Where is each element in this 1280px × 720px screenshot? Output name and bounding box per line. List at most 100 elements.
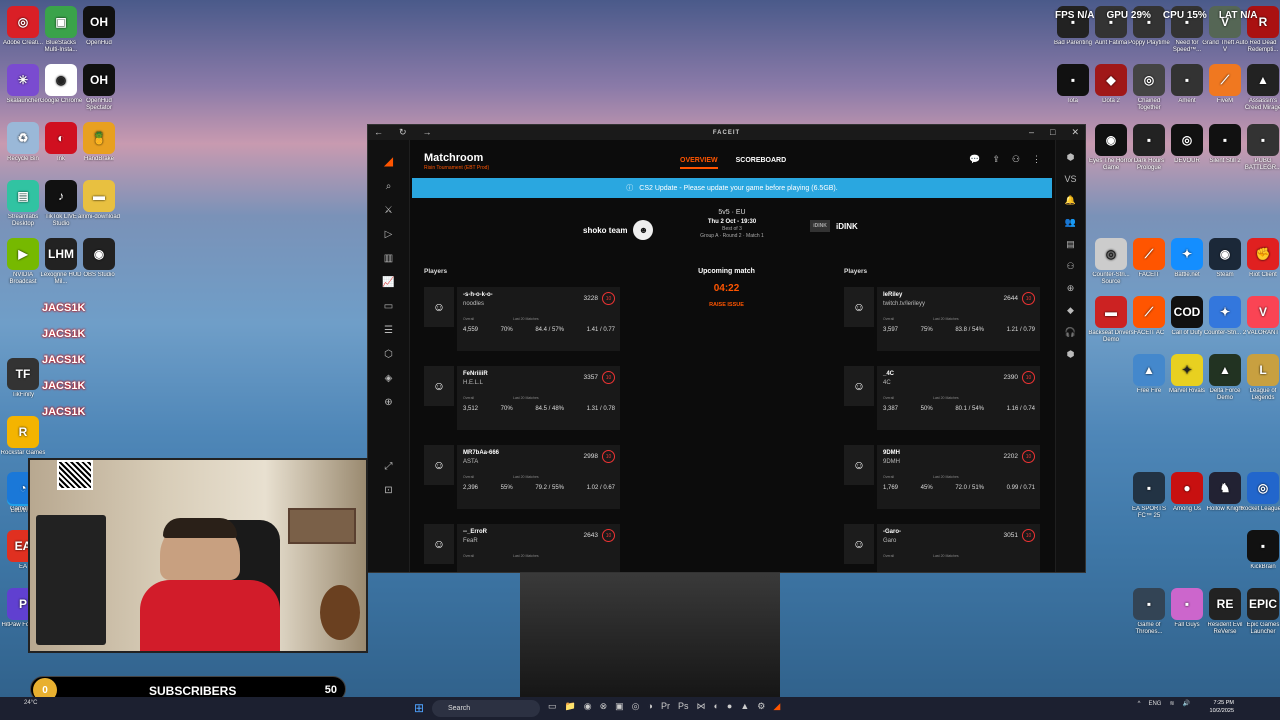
clock[interactable]: 7:25 PM 10/2/2025 [1210, 699, 1234, 715]
desktop-shortcut[interactable]: ◎ Rocket League® [1240, 472, 1280, 513]
jacs1k-shortcut[interactable]: JACS1K [42, 406, 85, 418]
desktop-shortcut[interactable]: ▲ Assassin's Creed Mirage [1240, 64, 1280, 112]
add-icon[interactable]: ⊕ [384, 397, 392, 408]
player-nickname[interactable]: MR7bAa-666 [463, 450, 499, 456]
org-badge-icon[interactable]: ⬢ [1067, 349, 1075, 360]
settings-icon[interactable]: ⚙ [757, 701, 765, 712]
desktop-shortcut[interactable]: V VALORANT [1240, 296, 1280, 337]
desktop-shortcut[interactable]: ▪ KickBrain [1240, 530, 1280, 571]
player-nickname[interactable]: -Garo- [883, 529, 901, 535]
player-card[interactable]: ☺ 9DMH 9DMH 2202 10 Overall Last 20 Matches 1,7… [844, 445, 1040, 509]
back-arrow-icon[interactable]: ← [374, 127, 383, 137]
premiere-icon[interactable]: Pr [661, 701, 670, 712]
wifi-icon[interactable]: ≋ [1169, 700, 1174, 707]
weather-widget[interactable]: 24°C [24, 700, 37, 706]
player-avatar[interactable]: ☺ [424, 366, 454, 406]
more-icon[interactable]: ⋮ [1032, 154, 1041, 165]
friends-icon[interactable]: 👥 [1065, 217, 1076, 228]
player-nickname[interactable]: _4C [883, 371, 894, 377]
player-card[interactable]: ☺ -s-h-o-k-o-noodles 3228 10 Overall Last 20 … [424, 287, 620, 351]
jacs1k-shortcut[interactable]: JACS1K [42, 302, 85, 314]
app-green-icon[interactable]: ▣ [615, 701, 624, 712]
desktop-shortcut[interactable]: ▬ alrimi-download [76, 180, 122, 221]
desktop-shortcut[interactable]: EPIC Epic Games Launcher [1240, 588, 1280, 636]
player-nickname[interactable]: 9DMH [883, 450, 900, 456]
player-avatar[interactable]: ☺ [844, 366, 874, 406]
taskbar-search[interactable]: Search [432, 700, 540, 717]
headset-icon[interactable]: 🎧 [1065, 327, 1076, 338]
desktop-shortcut[interactable]: ◉ OBS Studio [76, 238, 122, 279]
visual-studio-icon[interactable]: ⋈ [696, 701, 705, 712]
team-left[interactable]: shoko team ☻ [583, 220, 654, 240]
team-right[interactable]: iDINK iDINK [810, 220, 858, 232]
player-card[interactable]: ☺ MR7bAa-666 ASTA 2998 10 Overall Last 20 Matc… [424, 445, 620, 509]
raise-issue-button[interactable]: RAISE ISSUE [698, 302, 755, 308]
discord-icon[interactable]: ◑ [648, 701, 653, 712]
notifications-icon[interactable]: 🔔 [1065, 195, 1076, 206]
video-icon[interactable]: ▭ [384, 301, 393, 312]
player-nickname[interactable]: --_ErroR [463, 529, 487, 535]
obs-taskbar-icon[interactable]: ◎ [632, 701, 640, 712]
play-icon[interactable]: ⚔ [384, 205, 393, 216]
jacs1k-shortcut[interactable]: JACS1K [42, 328, 85, 340]
windows-start-icon[interactable]: ⊞ [414, 701, 428, 715]
add-friend-icon[interactable]: ⊕ [1067, 283, 1075, 294]
brave-icon[interactable]: ▲ [740, 701, 749, 712]
player-nickname[interactable]: -s-h-o-k-o- [463, 292, 493, 298]
recorder-icon[interactable]: ● [727, 701, 732, 712]
store-icon[interactable]: ⊡ [384, 485, 392, 496]
desktop-shortcut[interactable]: OH OpenHud [76, 6, 122, 47]
player-avatar[interactable]: ☺ [424, 445, 454, 485]
tab-scoreboard[interactable]: SCOREBOARD [736, 157, 787, 169]
jacs1k-shortcut[interactable]: JACS1K [42, 380, 85, 392]
hub-icon[interactable]: ⬡ [384, 349, 393, 360]
player-avatar[interactable]: ☺ [844, 287, 874, 327]
tray-chevron-icon[interactable]: ^ [1138, 701, 1141, 707]
desktop-shortcut[interactable]: OH OpenHud Spectator [76, 64, 122, 112]
player-card[interactable]: ☺ --_ErroR FeaR 2643 10 Overall Last 20 Matche… [424, 524, 620, 572]
versus-icon[interactable]: VS [1064, 174, 1076, 184]
player-avatar[interactable]: ☺ [844, 445, 874, 485]
list-icon[interactable]: ☰ [384, 325, 393, 336]
file-explorer-icon[interactable]: 📁 [565, 701, 576, 712]
desktop-shortcut[interactable]: 🍍 HandBrake [76, 122, 122, 163]
maximize-button[interactable]: □ [1050, 127, 1055, 138]
chat-icon[interactable]: ▤ [1066, 239, 1075, 250]
chrome-taskbar-icon[interactable]: ◉ [584, 701, 592, 712]
club-badge-icon[interactable]: ◆ [1067, 305, 1074, 316]
photoshop-icon[interactable]: Ps [678, 701, 689, 712]
lang-indicator[interactable]: ENG [1148, 701, 1161, 707]
tournament-name[interactable]: Risin Tournament (EBT Prod) [424, 165, 489, 171]
player-nickname[interactable]: FeNriiiiR [463, 371, 488, 377]
player-card[interactable]: ☺ -Garo- Garo 3051 10 Overall Last 20 Matches [844, 524, 1040, 572]
close-button[interactable]: ✕ [1071, 127, 1079, 138]
leaderboard-icon[interactable]: ▥ [384, 253, 393, 264]
xbox-icon[interactable]: ⊗ [600, 701, 608, 712]
desktop-shortcut[interactable]: TF TikFinity [0, 358, 46, 399]
club-icon[interactable]: ◈ [385, 373, 393, 384]
forward-arrow-icon[interactable]: → [422, 127, 431, 137]
user-settings-icon[interactable]: ⚇ [1012, 154, 1020, 165]
watch-icon[interactable]: ▷ [385, 229, 393, 240]
faceit-logo-icon[interactable]: ◢ [384, 154, 393, 168]
volume-icon[interactable]: 🔊 [1183, 700, 1190, 707]
player-avatar[interactable]: ☺ [424, 287, 454, 327]
desktop-shortcut[interactable]: ✊ Riot Client [1240, 238, 1280, 279]
stats-icon[interactable]: 📈 [382, 277, 394, 288]
tab-overview[interactable]: OVERVIEW [680, 157, 718, 169]
expand-icon[interactable]: ⤢ [385, 461, 393, 472]
desktop-shortcut[interactable]: L League of Legends [1240, 354, 1280, 402]
player-card[interactable]: ☺ leRiley twitch.tv/lerileyy 2644 10 Overall L… [844, 287, 1040, 351]
reload-icon[interactable]: ↻ [399, 127, 407, 137]
faceit-taskbar-icon[interactable]: ◢ [773, 701, 780, 712]
player-avatar[interactable]: ☺ [424, 524, 454, 564]
chat-bubble-icon[interactable]: 💬 [969, 154, 980, 165]
desktop-shortcut[interactable]: ▪ PUBG BATTLEGR... [1240, 124, 1280, 172]
player-card[interactable]: ☺ _4C 4C 2390 10 Overall Last 20 Matches 3,387 5… [844, 366, 1040, 430]
search-icon[interactable]: ⌕ [386, 181, 392, 192]
desktop-shortcut[interactable]: R Rockstar Games [0, 416, 46, 457]
task-view-icon[interactable]: ▭ [548, 701, 557, 712]
player-card[interactable]: ☺ FeNriiiiR H.E.L.L 3357 10 Overall Last 20 Ma… [424, 366, 620, 430]
minimize-button[interactable]: – [1029, 127, 1034, 138]
party-icon[interactable]: ⚇ [1066, 261, 1074, 272]
